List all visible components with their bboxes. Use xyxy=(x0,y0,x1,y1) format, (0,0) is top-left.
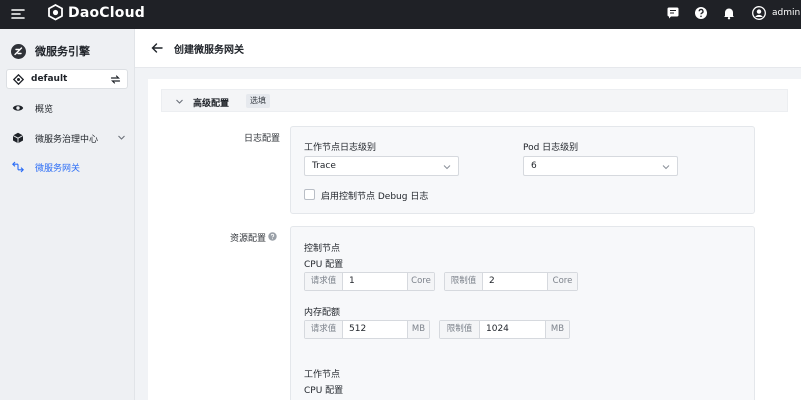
sidebar-item-overview[interactable]: 概览 xyxy=(0,97,135,119)
unit-addon: Core xyxy=(547,273,577,290)
optional-tag: 选填 xyxy=(246,94,270,108)
top-bar: DaoCloud admin xyxy=(0,0,801,29)
question-circle-icon[interactable] xyxy=(268,232,277,241)
cube-icon xyxy=(12,132,24,144)
sidebar-item-label: 微服务治理中心 xyxy=(35,135,99,145)
switch-icon[interactable] xyxy=(110,74,121,85)
form-card: 高级配置 选填 日志配置 工作节点日志级别 Trace Pod 日志级别 6 启… xyxy=(148,79,801,400)
user-name[interactable]: admin xyxy=(772,8,800,18)
chevron-down-icon[interactable] xyxy=(117,133,126,142)
eye-icon xyxy=(12,105,24,111)
daocloud-logo-icon[interactable] xyxy=(47,4,64,21)
unit-addon: MB xyxy=(407,321,429,338)
control-cpu-label: CPU 配置 xyxy=(304,260,344,270)
avatar-icon[interactable] xyxy=(752,6,766,20)
sidebar: 微服务引擎 default 概览 微服务治理中心 微服务网关 xyxy=(0,29,135,400)
worker-log-level-value: Trace xyxy=(312,161,336,171)
page-title: 创建微服务网关 xyxy=(174,45,244,56)
debug-log-checkbox[interactable] xyxy=(304,189,315,200)
workspace-selector[interactable]: default xyxy=(6,69,128,89)
worker-node-title: 工作节点 xyxy=(304,370,341,380)
limit-addon: 限制值 xyxy=(440,321,480,338)
back-arrow-icon[interactable] xyxy=(151,42,163,54)
worker-log-level-label: 工作节点日志级别 xyxy=(304,143,377,153)
workspace-name: default xyxy=(31,74,68,84)
debug-log-label[interactable]: 启用控制节点 Debug 日志 xyxy=(321,189,428,202)
microservice-engine-icon xyxy=(11,43,26,59)
control-cpu-request-input[interactable]: 请求值 1 Core xyxy=(304,272,435,291)
control-mem-request-input[interactable]: 请求值 512 MB xyxy=(304,320,430,339)
unit-addon: MB xyxy=(545,321,569,338)
sidebar-item-gateway[interactable]: 微服务网关 xyxy=(0,156,135,178)
control-mem-label: 内存配额 xyxy=(304,308,341,318)
control-mem-request-value[interactable]: 512 xyxy=(343,321,407,338)
control-mem-limit-input[interactable]: 限制值 1024 MB xyxy=(439,320,570,339)
request-addon: 请求值 xyxy=(305,273,343,290)
request-addon: 请求值 xyxy=(305,321,343,338)
control-cpu-request-value[interactable]: 1 xyxy=(343,273,407,290)
sidebar-item-label: 微服务网关 xyxy=(35,164,81,174)
bell-icon[interactable] xyxy=(722,6,736,20)
sidebar-item-governance-center[interactable]: 微服务治理中心 xyxy=(0,127,135,149)
worker-cpu-label: CPU 配置 xyxy=(304,386,344,396)
sidebar-item-label: 概览 xyxy=(35,105,54,115)
advanced-config-header[interactable]: 高级配置 选填 xyxy=(161,89,788,112)
sidebar-header: 微服务引擎 xyxy=(10,42,90,60)
log-config-label: 日志配置 xyxy=(244,134,281,144)
chevron-down-icon xyxy=(443,165,451,170)
control-node-title: 控制节点 xyxy=(304,244,341,254)
log-config-panel: 工作节点日志级别 Trace Pod 日志级别 6 启用控制节点 Debug 日… xyxy=(290,126,755,214)
chevron-down-icon xyxy=(662,165,670,170)
limit-addon: 限制值 xyxy=(445,273,483,290)
page-header: 创建微服务网关 xyxy=(135,29,801,68)
worker-log-level-select[interactable]: Trace xyxy=(304,156,459,176)
gateway-icon xyxy=(12,161,24,173)
resource-config-label: 资源配置 xyxy=(230,234,267,244)
resource-config-panel: 控制节点 CPU 配置 请求值 1 Core 限制值 2 Core 内存配额 请… xyxy=(290,226,755,400)
pod-log-level-label: Pod 日志级别 xyxy=(523,143,579,153)
control-cpu-limit-value[interactable]: 2 xyxy=(483,273,547,290)
control-mem-limit-value[interactable]: 1024 xyxy=(480,321,545,338)
menu-icon[interactable] xyxy=(11,7,25,21)
help-icon[interactable] xyxy=(694,6,708,20)
control-cpu-limit-input[interactable]: 限制值 2 Core xyxy=(444,272,578,291)
chevron-down-icon[interactable] xyxy=(175,97,184,106)
pod-log-level-select[interactable]: 6 xyxy=(523,156,678,176)
pod-log-level-value: 6 xyxy=(531,161,537,171)
workspace-icon xyxy=(13,74,24,85)
message-icon[interactable] xyxy=(666,6,680,20)
sidebar-title: 微服务引擎 xyxy=(35,45,90,58)
section-title: 高级配置 xyxy=(193,99,230,109)
unit-addon: Core xyxy=(407,273,434,290)
brand-name[interactable]: DaoCloud xyxy=(68,5,145,21)
